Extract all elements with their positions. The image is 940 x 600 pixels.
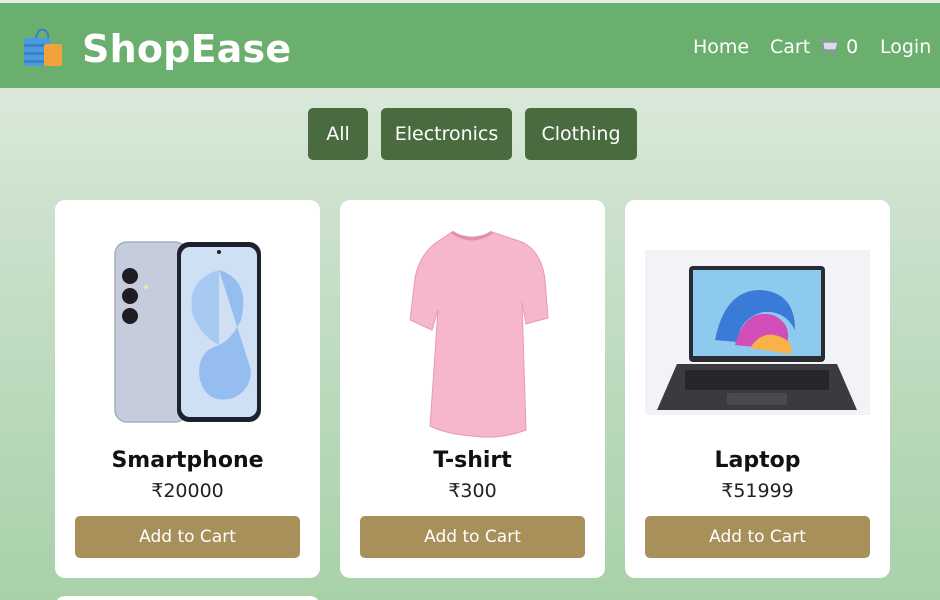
add-to-cart-button[interactable]: Add to Cart xyxy=(360,516,585,558)
product-name: T-shirt xyxy=(433,448,512,473)
product-card: T-shirt ₹300 Add to Cart xyxy=(340,200,605,578)
add-to-cart-button[interactable]: Add to Cart xyxy=(75,516,300,558)
product-name: Smartphone xyxy=(111,448,264,473)
product-name: Laptop xyxy=(714,448,801,473)
product-card: Laptop ₹51999 Add to Cart xyxy=(625,200,890,578)
nav-login-link[interactable]: Login xyxy=(880,36,931,58)
brand-name[interactable]: ShopEase xyxy=(82,25,291,73)
cart-icon xyxy=(819,38,840,56)
laptop-image xyxy=(645,250,870,415)
add-to-cart-button[interactable]: Add to Cart xyxy=(645,516,870,558)
filter-all-button[interactable]: All xyxy=(308,108,368,160)
shopping-bag-icon xyxy=(24,28,62,66)
navbar: ShopEase Home Cart 0 Login xyxy=(0,3,940,88)
smartphone-image xyxy=(114,241,261,423)
nav-cart-label: Cart xyxy=(770,36,811,58)
product-card: Smartphone ₹20000 Add to Cart xyxy=(55,200,320,578)
tshirt-image xyxy=(409,230,549,438)
product-card-partial xyxy=(55,596,320,600)
product-price: ₹20000 xyxy=(151,480,224,502)
nav-cart-link[interactable]: Cart 0 xyxy=(770,36,858,58)
product-price: ₹51999 xyxy=(721,480,794,502)
filter-electronics-button[interactable]: Electronics xyxy=(381,108,512,160)
product-price: ₹300 xyxy=(448,480,497,502)
cart-count: 0 xyxy=(846,36,859,58)
nav-home-link[interactable]: Home xyxy=(693,36,749,58)
logo[interactable] xyxy=(22,26,64,68)
filter-clothing-button[interactable]: Clothing xyxy=(525,108,637,160)
